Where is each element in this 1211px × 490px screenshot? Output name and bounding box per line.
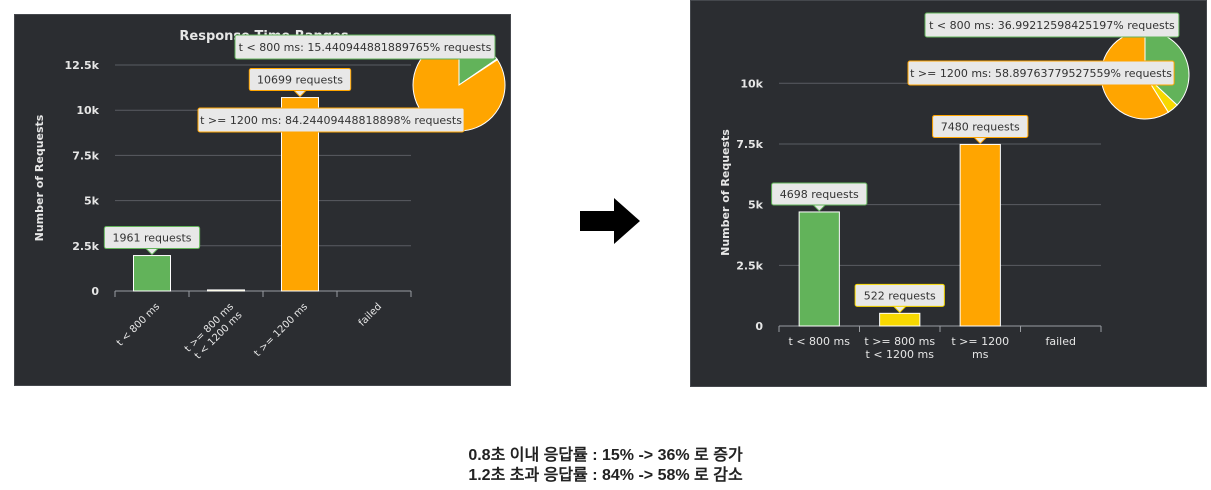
y-tick-label: 2.5k [72,240,99,253]
pie-tooltip-1-text: t >= 1200 ms: 84.24409448818898% request… [200,114,462,127]
bar-tooltip-0-text: 1961 requests [112,232,191,245]
bar-tooltip-2: 10699 requests [248,68,352,98]
y-tick-label: 0 [755,320,763,333]
bar-2 [959,143,1001,327]
bar-0 [133,255,171,292]
bar-tooltip-2-text: 7480 requests [941,120,1020,133]
x-tick-label: t >= 1200 ms [252,301,310,359]
bar-tooltip-0-pointer [144,248,160,256]
pie-tooltip-0-text: t < 800 ms: 36.99212598425197% requests [929,19,1175,32]
bar-tooltip-2-pointer [973,136,988,145]
bar-tooltip-2-text: 10699 requests [257,74,343,87]
bar-tooltip-0-text: 4698 requests [780,188,859,201]
y-tick-label: 7.5k [72,149,99,162]
bar-tooltip-2: 7480 requests [932,114,1029,145]
y-axis-label: Number of Requests [719,129,732,256]
x-tick-label: t >= 800 mst < 1200 ms [183,301,245,363]
bar-tooltip-1: 522 requests [854,283,945,314]
x-tick-label: t >= 1200 ms [951,335,1009,361]
pie-tooltip-1-text: t >= 1200 ms: 58.89763779527559% request… [910,67,1172,80]
bar-tooltip-0: 1961 requests [103,226,201,256]
pie-tooltip-0: t < 800 ms: 15.440944881889765% requests [234,34,496,60]
chart-panel-before: 0 2.5k 5k 7.5k 10k 12.5k Number of Requests Res… [14,14,511,386]
y-tick-label: 12.5k [65,59,100,72]
pie-tooltip-1: t >= 1200 ms: 58.89763779527559% request… [907,60,1175,86]
y-tick-label: 10k [740,77,763,90]
chart-after: 0 2.5k 5k 7.5k 10k Number of Requests t < 800 … [719,12,1190,361]
bar-tooltip-0-pointer [812,204,827,212]
x-tick-label: failed [1046,335,1076,348]
y-tick-label: 7.5k [736,138,763,151]
y-tick-label: 0 [91,285,99,298]
bar-0 [798,211,840,327]
y-tick-label: 10k [76,104,99,117]
chart-before: 02.5k5k7.5k10k12.5kNumber of RequestsRes… [33,29,506,363]
bar-tooltip-0: 4698 requests [771,182,868,212]
bar-1 [879,312,921,327]
pie-tooltip-0-text: t < 800 ms: 15.440944881889765% requests [239,41,492,54]
caption-slow-response: 1.2초 초과 응답률 : 84% -> 58% 로 감소 [468,467,743,484]
pie-tooltip-0: t < 800 ms: 36.99212598425197% requests [924,12,1180,38]
x-tick-label: t < 800 ms [115,301,162,348]
x-tick-label: t >= 800 mst < 1200 ms [864,335,935,361]
x-tick-label: t < 800 ms [789,335,851,348]
bar-tooltip-1-pointer [892,305,907,314]
bar-tooltip-1-text: 522 requests [864,289,936,302]
bar-1 [207,289,245,292]
right-arrow-icon [580,198,640,244]
bar-tooltip-2-pointer [292,90,308,98]
y-tick-label: 5k [84,195,100,208]
pie-tooltip-1: t >= 1200 ms: 84.24409448818898% request… [197,107,465,133]
x-tick-label: failed [357,301,384,328]
chart-panel-after: 0 2.5k 5k 7.5k 10k Number of Requests t < 800 … [690,0,1207,387]
y-axis-label: Number of Requests [33,114,46,241]
y-tick-label: 5k [748,199,764,212]
y-tick-label: 2.5k [736,259,763,272]
